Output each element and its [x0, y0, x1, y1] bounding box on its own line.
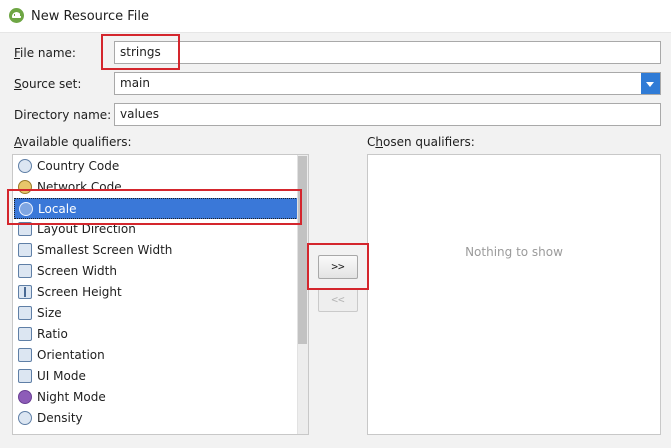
list-item-screen-width[interactable]: Screen Width	[14, 261, 308, 282]
list-item-size[interactable]: Size	[14, 303, 308, 324]
network-icon	[18, 180, 32, 194]
available-qualifiers-list[interactable]: Country Code Network Code Locale Layout …	[12, 154, 309, 435]
size-icon	[18, 306, 32, 320]
list-item-night-mode[interactable]: Night Mode	[14, 387, 308, 408]
locale-globe-icon	[19, 202, 33, 216]
list-scrollbar[interactable]	[297, 155, 308, 434]
available-qualifiers-label: Available qualifiers:	[14, 135, 132, 149]
directory-name-label: Directory name:	[14, 108, 112, 122]
ratio-icon	[18, 327, 32, 341]
add-qualifier-button[interactable]: >>	[318, 255, 358, 279]
ui-mode-icon	[18, 369, 32, 383]
list-item-layout-direction[interactable]: Layout Direction	[14, 219, 308, 240]
layout-direction-icon	[18, 222, 32, 236]
empty-state-text: Nothing to show	[465, 245, 563, 259]
night-mode-icon	[18, 390, 32, 404]
density-icon	[18, 411, 32, 425]
list-item-smallest-screen-width[interactable]: Smallest Screen Width	[14, 240, 308, 261]
list-item-screen-height[interactable]: Screen Height	[14, 282, 308, 303]
remove-qualifier-button[interactable]: <<	[318, 288, 358, 312]
scrollbar-thumb[interactable]	[298, 156, 307, 344]
directory-name-input[interactable]: values	[114, 103, 661, 126]
list-item-ratio[interactable]: Ratio	[14, 324, 308, 345]
file-name-input[interactable]: strings	[114, 41, 661, 64]
title-bar: New Resource File	[0, 0, 671, 33]
screen-width-icon	[18, 264, 32, 278]
list-item-orientation[interactable]: Orientation	[14, 345, 308, 366]
list-item-locale[interactable]: Locale	[14, 198, 308, 219]
chosen-qualifiers-label: Chosen qualifiers:	[367, 135, 475, 149]
android-studio-icon	[9, 8, 24, 23]
list-item-density[interactable]: Density	[14, 408, 308, 429]
window-title: New Resource File	[31, 9, 149, 24]
source-set-value: main	[120, 76, 150, 90]
source-set-combo[interactable]: main	[114, 72, 661, 95]
file-name-label: File name:	[14, 46, 76, 60]
list-item-ui-mode[interactable]: UI Mode	[14, 366, 308, 387]
list-item-network-code[interactable]: Network Code	[14, 177, 308, 198]
screen-height-icon	[18, 285, 32, 299]
chevron-down-icon[interactable]	[641, 73, 660, 94]
globe-icon	[18, 159, 32, 173]
source-set-label: Source set:	[14, 77, 82, 91]
orientation-icon	[18, 348, 32, 362]
chosen-qualifiers-list[interactable]: Nothing to show	[367, 154, 661, 435]
list-item-country-code[interactable]: Country Code	[14, 156, 308, 177]
smallest-width-icon	[18, 243, 32, 257]
